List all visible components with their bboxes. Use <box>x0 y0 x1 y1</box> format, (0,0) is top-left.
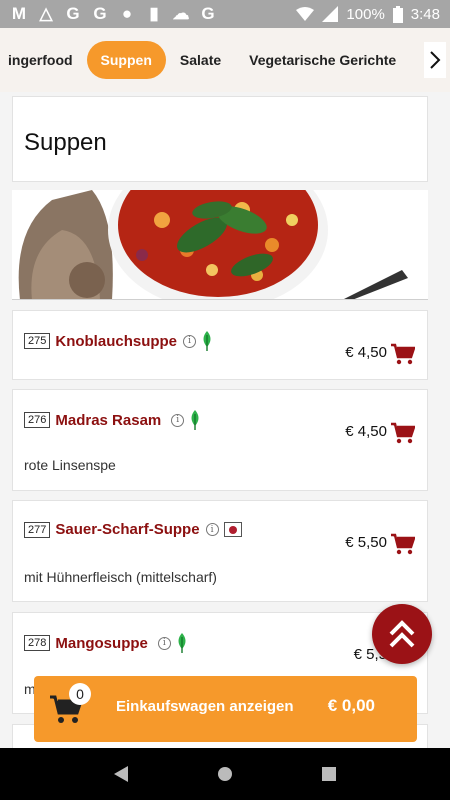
sd-card-icon: ▮ <box>149 4 159 23</box>
dish-price: € 5,50 <box>345 534 387 551</box>
drive-icon: △ <box>39 4 53 23</box>
dish-number: 277 <box>24 521 51 538</box>
google-icon: G <box>66 4 80 23</box>
tab-suppen[interactable]: Suppen <box>86 41 166 79</box>
wifi-icon <box>296 7 315 21</box>
leaf-icon <box>191 410 199 430</box>
category-nav: ingerfood Suppen Salate Vegetarische Ger… <box>0 28 450 92</box>
info-icon[interactable]: i <box>183 334 197 348</box>
dish-name[interactable]: Mangosuppe <box>55 635 148 652</box>
add-to-cart-icon[interactable] <box>391 343 415 365</box>
tab-salate[interactable]: Salate <box>166 41 235 79</box>
dish-price: € 4,50 <box>345 344 387 361</box>
soup-image <box>12 190 428 300</box>
info-icon[interactable]: i <box>171 413 185 427</box>
flag-icon <box>223 522 242 537</box>
section-header: Suppen <box>12 96 428 182</box>
cart-total: € 0,00 <box>327 696 375 715</box>
dish-header: 276 Madras Rasam i <box>24 410 202 430</box>
add-to-cart-icon[interactable] <box>391 422 415 444</box>
gmail-icon: M <box>11 4 27 23</box>
signal-icon <box>322 6 339 22</box>
dish-header: 277 Sauer-Scharf-Suppe i <box>24 521 242 538</box>
scroll-to-top-button[interactable] <box>372 604 432 664</box>
google-icon: G <box>201 4 215 23</box>
cloud-icon: ☁ <box>172 4 190 23</box>
battery-percent: 100% <box>346 5 385 23</box>
dish-name[interactable]: Sauer-Scharf-Suppe <box>55 521 199 538</box>
leaf-icon <box>203 331 211 351</box>
dish-number: 276 <box>24 412 51 428</box>
dish-header: 275 Knoblauchsuppe i <box>24 331 214 351</box>
home-icon[interactable] <box>217 766 233 782</box>
dish-header: 278 Mangosuppe i <box>24 633 189 653</box>
view-cart-button[interactable]: 0 Einkaufswagen anzeigen € 0,00 <box>34 676 417 742</box>
add-to-cart-icon[interactable] <box>391 533 415 555</box>
google-icon: G <box>93 4 107 23</box>
back-icon[interactable] <box>114 766 129 782</box>
recents-icon[interactable] <box>321 767 336 781</box>
status-bar: M △ G G ● ▮ ☁ G 100% 3:48 <box>0 0 450 28</box>
info-icon[interactable]: i <box>205 523 219 536</box>
battery-icon <box>392 5 403 23</box>
clock: 3:48 <box>410 5 440 23</box>
dish-name[interactable]: Knoblauchsuppe <box>55 333 177 350</box>
page-title: Suppen <box>24 129 107 156</box>
dish-name[interactable]: Madras Rasam <box>55 412 161 429</box>
info-icon[interactable]: i <box>157 636 171 650</box>
system-nav-bar <box>0 748 450 800</box>
dish-price: € 4,50 <box>345 423 387 440</box>
tab-vegetarische-gerichte[interactable]: Vegetarische Gerichte <box>235 41 410 79</box>
dish-card[interactable]: 275 Knoblauchsuppe i € 4,50 <box>12 310 428 380</box>
notification-icons: M △ G G ● ▮ ☁ G <box>10 4 217 23</box>
circle-icon: ● <box>121 4 133 23</box>
dish-description: rote Linsenspe <box>24 457 116 473</box>
leaf-icon <box>178 633 186 653</box>
tab-fingerfood[interactable]: ingerfood <box>0 41 87 79</box>
dish-number: 278 <box>24 635 51 651</box>
cart-label: Einkaufswagen anzeigen <box>116 698 294 715</box>
dish-card[interactable]: 276 Madras Rasam i rote Linsenspe € 4,50 <box>12 389 428 491</box>
chevron-right-icon[interactable] <box>424 42 446 78</box>
dish-card[interactable]: 277 Sauer-Scharf-Suppe i mit Hühnerfleis… <box>12 500 428 602</box>
double-chevron-up-icon <box>389 620 415 648</box>
dish-description: mit Hühnerfleisch (mittelscharf) <box>24 569 217 585</box>
cart-count-badge: 0 <box>69 683 91 705</box>
dish-number: 275 <box>24 333 51 349</box>
